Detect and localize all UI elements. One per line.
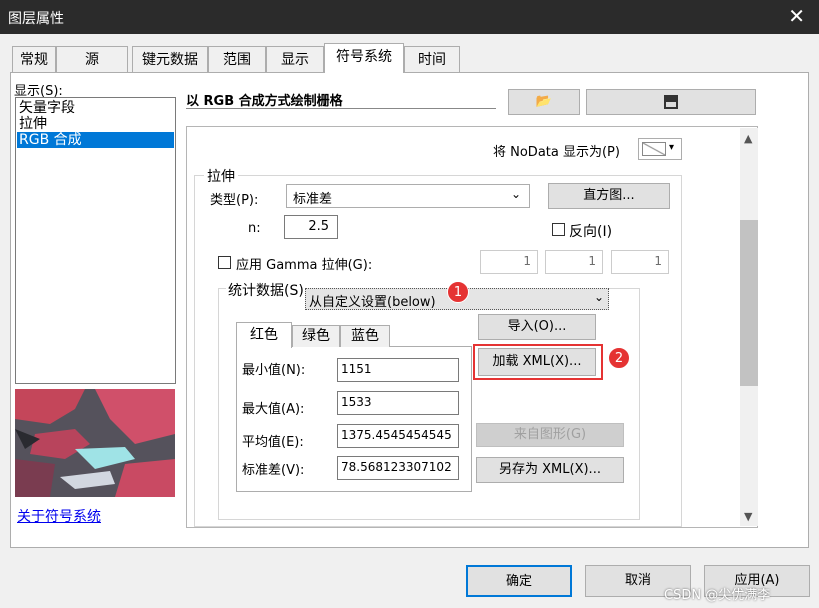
folder-open-icon: 📂	[535, 94, 553, 109]
max-label: 最大值(A):	[242, 402, 305, 417]
tab-source[interactable]: 源	[56, 46, 128, 72]
list-item-rgb-composite[interactable]: RGB 合成	[17, 132, 174, 148]
n-input[interactable]: 2.5	[284, 215, 338, 239]
stddev-input[interactable]: 78.568123307102	[337, 456, 459, 480]
tab-red[interactable]: 红色	[236, 322, 292, 348]
tab-symbology[interactable]: 符号系统	[324, 43, 404, 73]
statistics-label: 统计数据(S)	[226, 280, 306, 300]
tab-extent[interactable]: 范围	[208, 46, 266, 72]
window-title: 图层属性	[8, 11, 64, 27]
from-graphic-button[interactable]: 来自图形(G)	[476, 423, 624, 447]
close-icon[interactable]: ✕	[788, 4, 805, 28]
invert-label: 反向(I)	[569, 224, 613, 240]
preview-image	[15, 389, 175, 497]
min-label: 最小值(N):	[242, 363, 306, 378]
max-input[interactable]: 1533	[337, 391, 459, 415]
tab-general[interactable]: 常规	[12, 46, 56, 72]
gamma-blue-input[interactable]: 1	[611, 250, 669, 274]
histogram-button[interactable]: 直方图...	[548, 183, 670, 209]
open-folder-button[interactable]: 📂	[508, 89, 580, 115]
gamma-label: 应用 Gamma 拉伸(G):	[236, 258, 373, 273]
save-as-xml-button[interactable]: 另存为 XML(X)...	[476, 457, 624, 483]
ok-button[interactable]: 确定	[466, 565, 572, 597]
renderer-heading: 以 RGB 合成方式绘制栅格	[186, 94, 343, 109]
tab-display[interactable]: 显示	[266, 46, 324, 72]
tab-time[interactable]: 时间	[404, 46, 460, 72]
type-select[interactable]: 标准差 ⌄	[286, 184, 530, 208]
tab-blue[interactable]: 蓝色	[340, 325, 390, 347]
highlight-box	[473, 344, 603, 380]
annotation-marker-2: 2	[608, 347, 630, 369]
heading-divider	[186, 108, 496, 109]
gamma-checkbox[interactable]	[218, 256, 231, 269]
nodata-swatch	[642, 142, 666, 156]
scroll-thumb[interactable]	[740, 220, 758, 386]
stretch-group-label: 拉伸	[204, 166, 238, 186]
list-item-stretch[interactable]: 拉伸	[19, 116, 47, 132]
watermark: CSDN @尖优满李	[664, 588, 771, 603]
stddev-label: 标准差(V):	[242, 463, 305, 478]
renderer-list[interactable]: 矢量字段 拉伸 RGB 合成	[15, 97, 176, 384]
invert-checkbox[interactable]	[552, 223, 565, 236]
tab-green[interactable]: 绿色	[292, 325, 340, 347]
nodata-label: 将 NoData 显示为(P)	[493, 145, 620, 160]
tab-key-metadata[interactable]: 键元数据	[132, 46, 208, 72]
annotation-marker-1: 1	[447, 281, 469, 303]
scroll-down-icon[interactable]: ▼	[744, 510, 752, 523]
gamma-green-input[interactable]: 1	[545, 250, 603, 274]
mean-input[interactable]: 1375.4545454545	[337, 424, 459, 448]
title-bar: 图层属性 ✕	[0, 0, 819, 34]
min-input[interactable]: 1151	[337, 358, 459, 382]
save-button[interactable]	[586, 89, 756, 115]
gamma-red-input[interactable]: 1	[480, 250, 538, 274]
vertical-scrollbar[interactable]: ▲ ▼	[740, 128, 758, 526]
about-symbology-link[interactable]: 关于符号系统	[17, 506, 101, 526]
list-item-vector-field[interactable]: 矢量字段	[19, 100, 75, 116]
import-button[interactable]: 导入(O)...	[478, 314, 596, 340]
n-label: n:	[248, 221, 261, 236]
scroll-up-icon[interactable]: ▲	[744, 132, 752, 145]
nodata-color-picker[interactable]: ▾	[638, 138, 682, 160]
floppy-save-icon	[664, 95, 678, 109]
type-label: 类型(P):	[210, 193, 259, 208]
statistics-value: 从自定义设置(below)	[309, 295, 436, 310]
mean-label: 平均值(E):	[242, 435, 304, 450]
chevron-down-icon: ⌄	[594, 290, 605, 304]
type-value: 标准差	[293, 192, 333, 207]
chevron-down-icon: ⌄	[511, 187, 522, 201]
dropdown-arrow-icon: ▾	[669, 142, 675, 153]
